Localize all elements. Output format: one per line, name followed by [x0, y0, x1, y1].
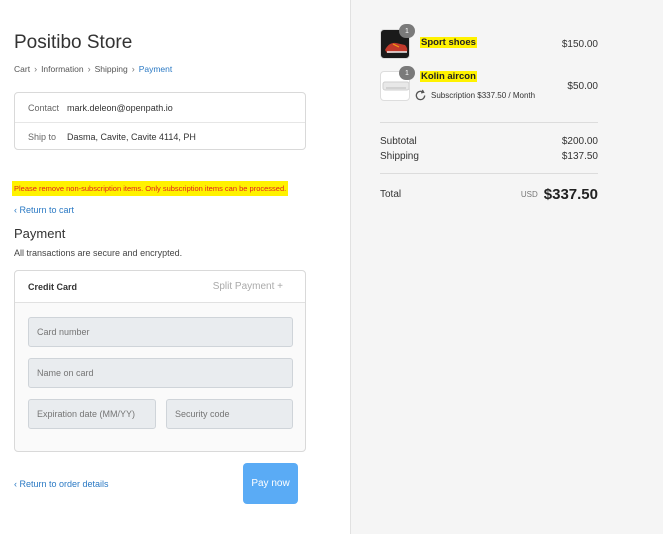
breadcrumb: Cart › Information › Shipping › Payment — [14, 64, 172, 74]
item-price: $50.00 — [567, 81, 598, 92]
shipping-label: Shipping — [380, 151, 419, 162]
breadcrumb-cart[interactable]: Cart — [14, 64, 30, 74]
credit-card-label[interactable]: Credit Card — [28, 282, 77, 292]
quantity-badge: 1 — [399, 66, 415, 80]
breadcrumb-payment: Payment — [138, 64, 173, 74]
name-on-card-input[interactable] — [28, 358, 293, 388]
subtotal-row: Subtotal $200.00 — [380, 136, 598, 147]
divider — [380, 173, 598, 174]
shipping-value: $137.50 — [561, 151, 598, 162]
subtotal-value: $200.00 — [561, 136, 598, 147]
divider — [380, 122, 598, 123]
contact-shipping-summary: Contact mark.deleon@openpath.io Ship to … — [14, 92, 306, 150]
ship-to-row: Ship to Dasma, Cavite, Cavite 4114, PH — [15, 122, 305, 151]
security-code-input[interactable] — [166, 399, 293, 429]
chevron-right-icon: › — [131, 64, 135, 74]
subscription-note: Subscription $337.50 / Month — [414, 89, 535, 102]
item-name: Kolin aircon — [420, 71, 477, 82]
total-amount: USD $337.50 — [521, 186, 598, 203]
store-title: Positibo Store — [14, 32, 133, 53]
breadcrumb-information[interactable]: Information — [41, 64, 84, 74]
expiration-date-input[interactable] — [28, 399, 156, 429]
contact-label: Contact — [28, 102, 60, 113]
card-number-input[interactable] — [28, 317, 293, 347]
total-value: $337.50 — [543, 186, 598, 203]
contact-value: mark.deleon@openpath.io — [67, 102, 173, 113]
ship-to-value: Dasma, Cavite, Cavite 4114, PH — [67, 132, 196, 142]
quantity-badge: 1 — [399, 24, 415, 38]
shipping-row: Shipping $137.50 — [380, 151, 598, 162]
return-to-order-label: Return to order details — [19, 479, 109, 489]
ship-to-label: Ship to — [28, 132, 57, 142]
return-to-cart-link[interactable]: ‹ Return to cart — [14, 205, 74, 215]
subtotal-label: Subtotal — [380, 136, 417, 147]
chevron-right-icon: › — [87, 64, 91, 74]
payment-box: Credit Card Split Payment + — [14, 270, 306, 452]
item-name: Sport shoes — [420, 37, 477, 48]
checkout-main: Positibo Store Cart › Information › Ship… — [0, 0, 350, 534]
payment-method-header: Credit Card Split Payment + — [15, 271, 305, 303]
pay-now-button[interactable]: Pay now — [243, 463, 298, 504]
payment-heading: Payment — [14, 226, 66, 241]
contact-row: Contact mark.deleon@openpath.io — [15, 93, 305, 122]
warning-message: Please remove non-subscription items. On… — [12, 181, 289, 196]
total-label: Total — [380, 189, 402, 200]
total-row: Total USD $337.50 — [380, 186, 598, 203]
split-payment-button[interactable]: Split Payment + — [213, 281, 283, 292]
subscription-text: Subscription $337.50 / Month — [431, 91, 536, 100]
return-to-cart-label: Return to cart — [19, 205, 75, 215]
payment-subtitle: All transactions are secure and encrypte… — [14, 248, 183, 258]
refresh-icon — [415, 89, 426, 101]
breadcrumb-shipping[interactable]: Shipping — [95, 64, 128, 74]
item-price: $150.00 — [561, 39, 598, 50]
chevron-right-icon: › — [34, 64, 38, 74]
return-to-order-link[interactable]: ‹ Return to order details — [14, 479, 109, 489]
currency-code: USD — [520, 190, 538, 199]
